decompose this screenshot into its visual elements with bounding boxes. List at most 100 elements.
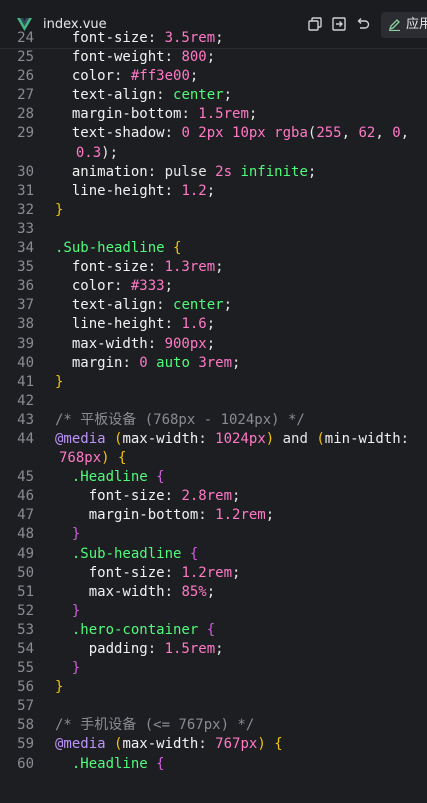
- code-token: 255: [316, 125, 342, 142]
- line-number: 60: [17, 755, 34, 772]
- code-line: 31 line-height: 1.2;: [0, 182, 427, 201]
- code-text: .hero-container {: [44, 621, 427, 640]
- code-token: ;: [206, 583, 216, 600]
- line-number: 57: [17, 698, 34, 715]
- code-text: .Sub-headline {: [44, 545, 427, 564]
- line-number: 35: [17, 259, 34, 276]
- code-token: ;: [164, 278, 174, 295]
- code-token: }: [55, 602, 81, 619]
- code-line: 37 text-align: center;: [0, 296, 427, 315]
- line-number: 47: [17, 507, 34, 524]
- line-number: 51: [17, 583, 34, 600]
- code-text: text-align: center;: [44, 86, 427, 105]
- code-token: 0: [139, 354, 157, 371]
- code-line: 55 }: [0, 659, 427, 678]
- code-line: 27 text-align: center;: [0, 86, 427, 105]
- code-text: animation: pulse 2s infinite;: [44, 163, 427, 182]
- line-number: [0, 449, 44, 468]
- code-line: 39 max-width: 900px;: [0, 335, 427, 354]
- line-number: 36: [17, 278, 34, 295]
- code-text: text-shadow: 0 2px 10px rgba(255, 62, 0,: [44, 124, 427, 143]
- code-line: 42: [0, 392, 427, 411]
- code-token: }: [55, 526, 81, 543]
- code-token: 767px: [215, 736, 258, 753]
- code-token: ,: [400, 125, 410, 142]
- code-token: text-align: [55, 87, 157, 104]
- code-token: center: [173, 297, 224, 314]
- line-number: 58: [17, 717, 34, 734]
- code-line: 25 font-weight: 800;: [0, 48, 427, 67]
- code-token: ;: [232, 488, 241, 505]
- code-token: 0: [392, 125, 401, 142]
- line-number: 34: [17, 240, 34, 257]
- line-number: 53: [17, 621, 34, 638]
- code-token: 0.3: [59, 144, 102, 161]
- code-text: margin-bottom: 1.2rem;: [44, 506, 427, 525]
- code-token: font-size: [55, 259, 148, 276]
- line-number: 46: [17, 488, 34, 505]
- code-token: max-width: [122, 736, 199, 753]
- code-text: }: [44, 659, 427, 678]
- code-line: 35 font-size: 1.3rem;: [0, 258, 427, 277]
- code-line: 44 @media (max-width: 1024px) and (min-wi…: [0, 430, 427, 449]
- code-token: #ff3e00: [130, 68, 190, 85]
- code-token: center: [173, 87, 224, 104]
- code-token: :: [164, 488, 182, 505]
- code-line: 768px) {: [0, 449, 427, 468]
- code-text: color: #333;: [44, 277, 427, 296]
- code-text: font-size: 3.5rem;: [44, 29, 427, 48]
- code-token: margin-bottom: [55, 507, 199, 524]
- line-number: 49: [17, 545, 34, 562]
- code-token: }: [55, 660, 81, 677]
- code-token: color: [55, 68, 115, 85]
- code-token: ;: [206, 316, 216, 333]
- code-line: 52 }: [0, 602, 427, 621]
- code-token: 85%: [181, 583, 207, 600]
- code-line: 0.3);: [0, 144, 427, 163]
- line-number: 29: [17, 125, 34, 142]
- code-token: ;: [189, 68, 199, 85]
- code-token: :: [164, 564, 182, 581]
- line-number: 33: [17, 220, 34, 237]
- code-token: .Sub-headline: [55, 545, 190, 562]
- code-text: }: [44, 373, 427, 392]
- code-token: ): [257, 736, 275, 753]
- code-line: 57: [0, 697, 427, 716]
- code-text: max-width: 900px;: [44, 335, 427, 354]
- code-token: .Sub-headline: [55, 240, 174, 257]
- code-token: 1.2rem: [215, 507, 266, 524]
- code-text: 0.3);: [44, 144, 427, 163]
- code-token: /* 平板设备 (768px - 1024px) */: [55, 411, 305, 428]
- code-token: @media: [55, 736, 115, 753]
- code-token: animation: [55, 163, 148, 180]
- code-token: .hero-container: [55, 621, 207, 638]
- code-token: 1.2rem: [181, 564, 233, 581]
- code-line: 49 .Sub-headline {: [0, 545, 427, 564]
- code-token: ;: [206, 335, 216, 352]
- code-text: .Headline {: [44, 755, 427, 774]
- code-token: 2.8rem: [181, 488, 233, 505]
- code-token: 800: [181, 49, 207, 66]
- code-line: 33: [0, 220, 427, 239]
- code-token: min-width: [324, 430, 401, 447]
- code-token: :: [164, 583, 182, 600]
- code-text: font-size: 1.3rem;: [44, 258, 427, 277]
- code-line: 24 font-size: 3.5rem;: [0, 29, 427, 48]
- code-token: ): [265, 430, 275, 447]
- line-number: 52: [17, 602, 34, 619]
- code-text: font-size: 2.8rem;: [44, 487, 427, 506]
- code-token: color: [55, 278, 115, 295]
- code-line: 54 padding: 1.5rem;: [0, 640, 427, 659]
- code-token: :: [181, 106, 199, 123]
- code-token: ;: [206, 182, 216, 199]
- code-editor[interactable]: 24 font-size: 3.5rem; 25 font-weight: 800…: [0, 29, 427, 774]
- code-token: ;: [232, 354, 241, 371]
- code-token: text-align: [55, 297, 157, 314]
- code-token: padding: [55, 641, 148, 657]
- code-token: :: [198, 736, 216, 753]
- code-token: 900px: [164, 335, 207, 352]
- code-text: @media (max-width: 1024px) and (min-widt…: [44, 430, 427, 449]
- code-token: 1024px: [215, 430, 266, 447]
- code-token: font-weight: [55, 49, 165, 66]
